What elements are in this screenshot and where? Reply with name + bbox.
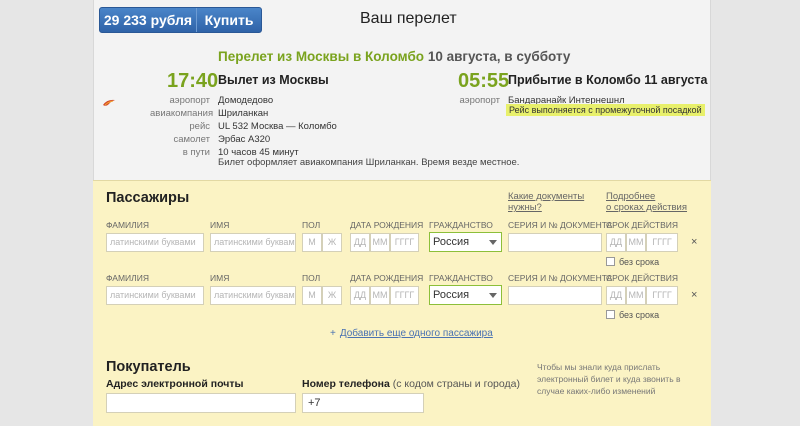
add-passenger-label: Добавить еще одного пассажира <box>339 328 493 339</box>
lastname-label: ФАМИЛИЯ <box>106 273 149 283</box>
birth-year-input[interactable]: ГГГГ <box>390 233 419 252</box>
link-text: Подробнее <box>606 191 656 202</box>
document-label: СЕРИЯ И № ДОКУМЕНТА <box>508 220 613 230</box>
birthdate-field: ДД ММ ГГГГ <box>350 233 419 252</box>
birthdate-label: ДАТА РОЖДЕНИЯ <box>350 220 424 230</box>
citizenship-select[interactable]: Россия <box>429 232 502 252</box>
detail-key: аэропорт <box>169 95 210 106</box>
docs-needed-link[interactable]: Какие документы нужны? <box>508 191 584 213</box>
buyer-note: Чтобы мы знали куда прислать электронный… <box>537 362 681 396</box>
detail-value: Эрбас А320 <box>218 134 271 145</box>
firstname-input[interactable]: латинскими буквами <box>210 286 296 305</box>
no-expiry-label: без срока <box>619 310 660 320</box>
link-text: Какие документы <box>508 191 585 202</box>
birth-day-input[interactable]: ДД <box>350 286 370 305</box>
expiry-month-input[interactable]: ММ <box>626 233 646 252</box>
no-expiry-label: без срока <box>619 257 660 267</box>
no-expiry-checkbox[interactable] <box>606 257 615 266</box>
expiry-field: ДД ММ ГГГГ <box>606 233 678 252</box>
buy-button[interactable]: 29 233 рубля Купить <box>99 7 262 33</box>
gender-female-option[interactable]: Ж <box>322 286 342 305</box>
chevron-down-icon <box>489 293 497 298</box>
route-cities: Перелет из Москвы в Коломбо <box>218 49 425 64</box>
firstname-label: ИМЯ <box>210 273 230 283</box>
lastname-input[interactable]: латинскими буквами <box>106 233 204 252</box>
plus-icon: + <box>330 328 336 339</box>
email-field[interactable] <box>106 393 296 413</box>
route-date: 10 августа, в субботу <box>427 49 571 64</box>
firstname-input[interactable]: латинскими буквами <box>210 233 296 252</box>
phone-hint: (с кодом страны и города) <box>392 378 520 390</box>
citizenship-label: ГРАЖДАНСТВО <box>429 220 493 230</box>
route-title: Перелет из Москвы в Коломбо 10 августа, … <box>218 49 570 64</box>
detail-key: аэропорт <box>459 95 500 106</box>
expiry-month-input[interactable]: ММ <box>626 286 646 305</box>
gender-male-option[interactable]: М <box>302 233 322 252</box>
phone-label: Номер телефона (с кодом страны и города) <box>302 378 520 390</box>
departure-time: 17:40 <box>167 70 219 92</box>
birth-day-input[interactable]: ДД <box>350 233 370 252</box>
detail-key: самолет <box>173 134 210 145</box>
no-expiry-checkbox[interactable] <box>606 310 615 319</box>
document-label: СЕРИЯ И № ДОКУМЕНТА <box>508 273 613 283</box>
gender-toggle: М Ж <box>302 286 342 305</box>
expiry-day-input[interactable]: ДД <box>606 233 626 252</box>
detail-key: рейс <box>189 121 210 132</box>
expiry-label: СРОК ДЕЙСТВИЯ <box>606 273 679 283</box>
expiry-day-input[interactable]: ДД <box>606 286 626 305</box>
expiry-label: СРОК ДЕЙСТВИЯ <box>606 220 679 230</box>
birthdate-label: ДАТА РОЖДЕНИЯ <box>350 273 424 283</box>
detail-value: UL 532 Москва — Коломбо <box>218 121 337 132</box>
birth-year-input[interactable]: ГГГГ <box>390 286 419 305</box>
buyer-heading: Покупатель <box>106 359 191 375</box>
add-passenger-link[interactable]: + Добавить еще одного пассажира <box>330 328 493 339</box>
validity-info-link[interactable]: Подробнее о сроках действия <box>606 191 687 213</box>
srilankan-peacock-icon <box>103 99 115 106</box>
link-text: нужны? <box>508 202 542 213</box>
document-input[interactable] <box>508 233 602 252</box>
citizenship-select[interactable]: Россия <box>429 285 502 305</box>
gender-female-option[interactable]: Ж <box>322 233 342 252</box>
lastname-label: ФАМИЛИЯ <box>106 220 149 230</box>
document-input[interactable] <box>508 286 602 305</box>
gender-male-option[interactable]: М <box>302 286 322 305</box>
detail-value: Шриланкан <box>218 108 269 119</box>
birth-month-input[interactable]: ММ <box>370 233 390 252</box>
buy-label: Купить <box>204 12 254 28</box>
departure-details: аэропорт Домодедово авиакомпания Шриланк… <box>150 94 390 158</box>
birthdate-field: ДД ММ ГГГГ <box>350 286 419 305</box>
gender-label: ПОЛ <box>302 220 321 230</box>
remove-passenger-button[interactable]: × <box>691 236 697 248</box>
expiry-field: ДД ММ ГГГГ <box>606 286 678 305</box>
citizenship-label: ГРАЖДАНСТВО <box>429 273 493 283</box>
detail-key: авиакомпания <box>150 108 214 119</box>
remove-passenger-button[interactable]: × <box>691 289 697 301</box>
price-label: 29 233 рубля <box>100 8 197 32</box>
citizenship-value: Россия <box>433 236 470 248</box>
lastname-input[interactable]: латинскими буквами <box>106 286 204 305</box>
expiry-year-input[interactable]: ГГГГ <box>646 286 678 305</box>
phone-field[interactable]: +7 <box>302 393 424 413</box>
detail-value: Домодедово <box>218 95 274 106</box>
page-title: Ваш перелет <box>360 10 457 27</box>
link-text: о сроках действия <box>606 202 688 213</box>
birth-month-input[interactable]: ММ <box>370 286 390 305</box>
email-label: Адрес электронной почты <box>106 378 244 390</box>
firstname-label: ИМЯ <box>210 220 230 230</box>
chevron-down-icon <box>489 240 497 245</box>
detail-key: в пути <box>182 147 210 158</box>
arrival-heading: Прибытие в Коломбо 11 августа <box>508 73 708 87</box>
gender-toggle: М Ж <box>302 233 342 252</box>
citizenship-value: Россия <box>433 289 470 301</box>
stopover-badge: Рейс выполняется с промежуточной посадко… <box>506 104 705 116</box>
expiry-year-input[interactable]: ГГГГ <box>646 233 678 252</box>
departure-heading: Вылет из Москвы <box>218 73 329 87</box>
ticket-note: Билет оформляет авиакомпания Шриланкан. … <box>218 157 520 168</box>
arrival-time: 05:55 <box>458 70 510 92</box>
phone-label-text: Номер телефона <box>302 378 390 390</box>
passengers-heading: Пассажиры <box>106 190 190 206</box>
gender-label: ПОЛ <box>302 273 321 283</box>
